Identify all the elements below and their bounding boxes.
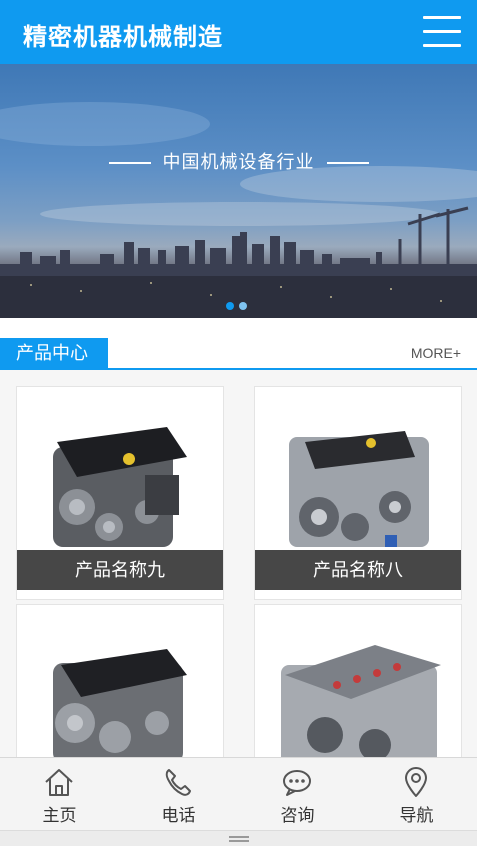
banner-caption: 中国机械设备行业 — [0, 148, 477, 174]
nav-label: 主页 — [42, 806, 77, 825]
menu-icon[interactable] — [423, 16, 461, 48]
site-title[interactable]: 精密机器机械制造 — [23, 17, 223, 52]
section-title: 产品中心 — [0, 338, 108, 369]
drag-handle[interactable] — [0, 830, 477, 846]
nav-item-phone[interactable]: 电话 — [119, 758, 238, 831]
product-name: 产品名称九 — [17, 550, 223, 590]
carousel-dot-2[interactable] — [239, 302, 247, 310]
chat-icon — [283, 770, 311, 796]
product-section-header: 产品中心 MORE+ — [0, 338, 477, 370]
city-skyline-image — [0, 102, 477, 318]
nav-item-home[interactable]: 主页 — [0, 758, 119, 831]
carousel-dots — [226, 297, 252, 315]
nav-item-consult[interactable]: 咨询 — [238, 758, 357, 831]
caption-right-line — [326, 162, 369, 165]
nav-label: 电话 — [161, 806, 196, 825]
hero-banner[interactable]: 中国机械设备行业 — [0, 64, 477, 318]
home-icon — [45, 769, 73, 796]
nav-label: 咨询 — [280, 806, 315, 825]
carousel-dot-1[interactable] — [226, 302, 234, 310]
nav-label: 导航 — [399, 806, 434, 825]
product-card[interactable]: 产品名称九 — [16, 386, 224, 600]
product-card[interactable]: 产品名称八 — [254, 386, 462, 600]
top-header: 精密机器机械制造 — [0, 0, 477, 64]
product-name: 产品名称八 — [255, 550, 461, 590]
product-grid: 产品名称九 产品名称八 — [0, 370, 477, 818]
bottom-nav: 主页 电话 咨询 导航 — [0, 757, 477, 830]
banner-caption-text: 中国机械设备行业 — [162, 152, 315, 172]
location-pin-icon — [405, 767, 427, 797]
nav-item-navigate[interactable]: 导航 — [357, 758, 476, 831]
more-link[interactable]: MORE+ — [411, 345, 461, 361]
caption-left-line — [108, 162, 151, 165]
phone-icon — [165, 769, 191, 796]
